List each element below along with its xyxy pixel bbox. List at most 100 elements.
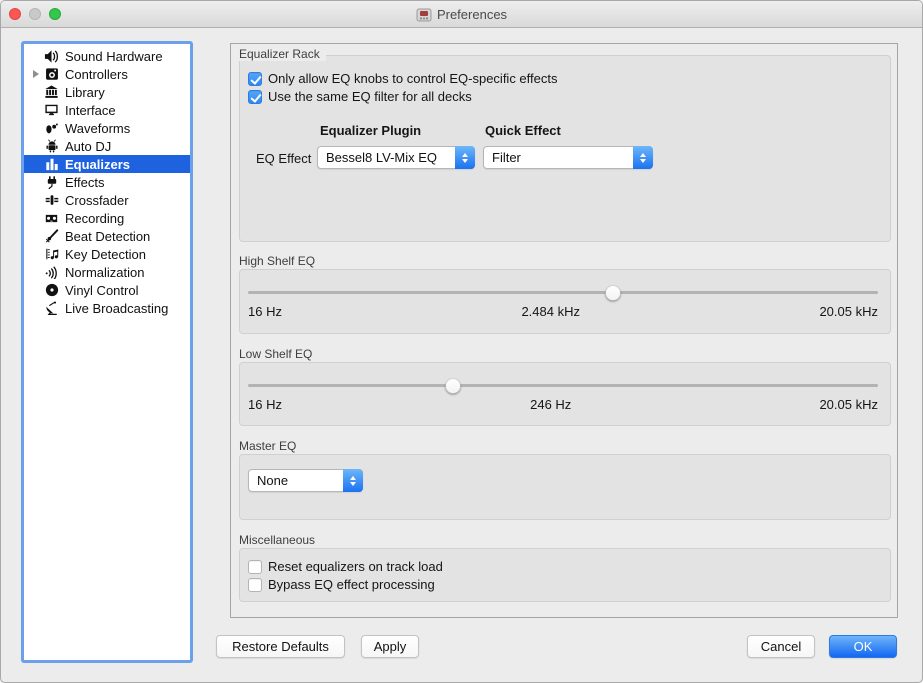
preferences-window: Preferences Sound Hardware Control (0, 0, 923, 683)
group-title-high-shelf: High Shelf EQ (239, 254, 321, 268)
checkbox-row: Only allow EQ knobs to control EQ-specif… (248, 71, 558, 86)
cancel-button[interactable]: Cancel (747, 635, 815, 658)
same-eq-filter-label: Use the same EQ filter for all decks (268, 89, 472, 104)
waveform-icon (43, 120, 60, 136)
sidebar-item-sound-hardware[interactable]: Sound Hardware (24, 47, 190, 65)
sidebar-item-effects[interactable]: Effects (24, 173, 190, 191)
titlebar: Preferences (1, 1, 922, 28)
low-shelf-slider-handle[interactable] (445, 378, 460, 393)
quick-effect-selected-value: Filter (484, 147, 633, 168)
group-title-low-shelf: Low Shelf EQ (239, 347, 318, 361)
equalizer-bars-icon (43, 156, 60, 172)
sidebar-item-beat-detection[interactable]: Beat Detection (24, 227, 190, 245)
column-header-quick-effect: Quick Effect (485, 123, 561, 138)
bypass-eq-label: Bypass EQ effect processing (268, 577, 435, 592)
disclosure-spacer (28, 245, 43, 263)
key-detection-icon (43, 246, 60, 262)
reset-equalizers-label: Reset equalizers on track load (268, 559, 443, 574)
effects-plug-icon (43, 174, 60, 190)
sidebar-item-interface[interactable]: Interface (24, 101, 190, 119)
beat-detection-icon (43, 228, 60, 244)
disclosure-spacer (28, 101, 43, 119)
disclosure-spacer (28, 173, 43, 191)
disclosure-spacer (28, 263, 43, 281)
low-shelf-max-label: 20.05 kHz (819, 397, 878, 412)
eq-knobs-only-label: Only allow EQ knobs to control EQ-specif… (268, 71, 558, 86)
eq-knobs-only-checkbox[interactable] (248, 72, 262, 86)
speaker-icon (43, 48, 60, 64)
dropdown-arrows-icon (633, 146, 653, 169)
disclosure-spacer (28, 119, 43, 137)
sidebar-item-label: Key Detection (65, 247, 146, 262)
controller-icon (43, 66, 60, 82)
high-shelf-slider-handle[interactable] (606, 285, 621, 300)
sidebar-item-waveforms[interactable]: Waveforms (24, 119, 190, 137)
high-shelf-min-label: 16 Hz (248, 304, 282, 319)
restore-defaults-button[interactable]: Restore Defaults (216, 635, 345, 658)
sidebar-item-normalization[interactable]: Normalization (24, 263, 190, 281)
apply-button[interactable]: Apply (361, 635, 419, 658)
master-eq-select[interactable]: None (248, 469, 363, 492)
disclosure-spacer (28, 299, 43, 317)
bypass-eq-checkbox[interactable] (248, 578, 262, 592)
sidebar-item-label: Effects (65, 175, 105, 190)
disclosure-triangle-icon[interactable] (28, 65, 43, 83)
group-master-eq: None (239, 454, 891, 520)
high-shelf-slider[interactable] (248, 291, 878, 294)
disclosure-spacer (28, 227, 43, 245)
disclosure-spacer (28, 137, 43, 155)
robot-icon (43, 138, 60, 154)
sidebar-item-label: Interface (65, 103, 116, 118)
sidebar-item-label: Crossfader (65, 193, 129, 208)
group-title-master-eq: Master EQ (239, 439, 302, 453)
sidebar-item-vinyl-control[interactable]: Vinyl Control (24, 281, 190, 299)
library-icon (43, 84, 60, 100)
sidebar-item-label: Beat Detection (65, 229, 150, 244)
group-miscellaneous: Reset equalizers on track load Bypass EQ… (239, 548, 891, 602)
sidebar-item-controllers[interactable]: Controllers (24, 65, 190, 83)
low-shelf-slider[interactable] (248, 384, 878, 387)
low-shelf-min-label: 16 Hz (248, 397, 282, 412)
low-shelf-scale-labels: 16 Hz 246 Hz 20.05 kHz (248, 397, 878, 412)
disclosure-spacer (28, 191, 43, 209)
group-title-miscellaneous: Miscellaneous (239, 533, 321, 547)
preferences-app-icon (416, 7, 432, 23)
sidebar-item-label: Vinyl Control (65, 283, 138, 298)
sidebar-item-live-broadcasting[interactable]: Live Broadcasting (24, 299, 190, 317)
sidebar-item-equalizers[interactable]: Equalizers (24, 155, 190, 173)
disclosure-spacer (28, 83, 43, 101)
preferences-category-list: Sound Hardware Controllers (21, 41, 193, 663)
disclosure-spacer (28, 47, 43, 65)
sidebar-item-label: Normalization (65, 265, 144, 280)
normalization-icon (43, 264, 60, 280)
group-equalizer-rack: Only allow EQ knobs to control EQ-specif… (239, 55, 891, 242)
eq-plugin-select[interactable]: Bessel8 LV-Mix EQ (317, 146, 475, 169)
sidebar-item-recording[interactable]: Recording (24, 209, 190, 227)
group-title-equalizer-rack: Equalizer Rack (239, 47, 326, 61)
sidebar-item-key-detection[interactable]: Key Detection (24, 245, 190, 263)
sidebar-item-label: Live Broadcasting (65, 301, 168, 316)
column-header-equalizer-plugin: Equalizer Plugin (320, 123, 421, 138)
high-shelf-current-value: 2.484 kHz (521, 304, 580, 319)
group-low-shelf: 16 Hz 246 Hz 20.05 kHz (239, 362, 891, 426)
dropdown-arrows-icon (343, 469, 363, 492)
ok-button[interactable]: OK (829, 635, 897, 658)
sidebar-item-label: Library (65, 85, 105, 100)
sidebar-item-label: Equalizers (65, 157, 130, 172)
eq-plugin-selected-value: Bessel8 LV-Mix EQ (318, 147, 455, 168)
high-shelf-max-label: 20.05 kHz (819, 304, 878, 319)
low-shelf-current-value: 246 Hz (530, 397, 571, 412)
quick-effect-select[interactable]: Filter (483, 146, 653, 169)
checkbox-row: Use the same EQ filter for all decks (248, 89, 472, 104)
same-eq-filter-checkbox[interactable] (248, 90, 262, 104)
reset-equalizers-checkbox[interactable] (248, 560, 262, 574)
sidebar-item-label: Sound Hardware (65, 49, 163, 64)
sidebar-item-label: Auto DJ (65, 139, 111, 154)
sidebar-item-label: Waveforms (65, 121, 130, 136)
monitor-icon (43, 102, 60, 118)
recording-icon (43, 210, 60, 226)
sidebar-item-auto-dj[interactable]: Auto DJ (24, 137, 190, 155)
sidebar-item-crossfader[interactable]: Crossfader (24, 191, 190, 209)
disclosure-spacer (28, 281, 43, 299)
sidebar-item-library[interactable]: Library (24, 83, 190, 101)
